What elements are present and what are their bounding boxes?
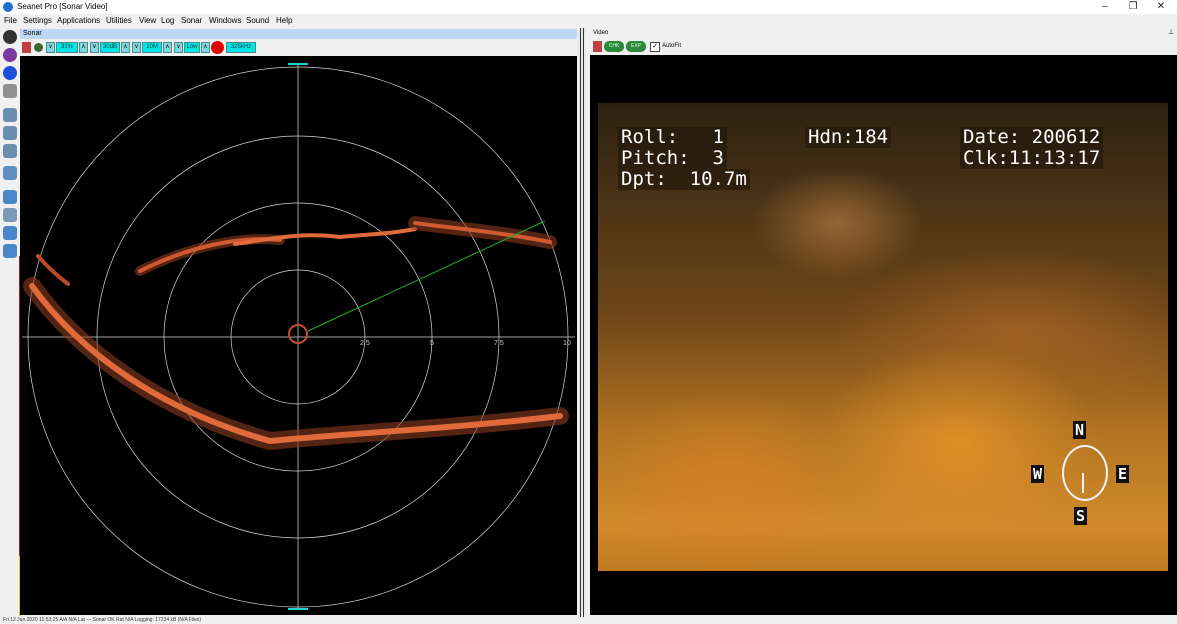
range-label-10: 10 xyxy=(563,340,571,347)
sonar-panel-title: Sonar xyxy=(23,30,42,37)
compass-north: N xyxy=(1073,421,1087,439)
left-toolbar xyxy=(0,28,21,624)
compass-east: E xyxy=(1116,465,1130,483)
contrast-up-button[interactable]: ∧ xyxy=(121,42,130,53)
gain-up-button[interactable]: ∧ xyxy=(79,42,88,53)
gain-field[interactable]: 31% xyxy=(56,42,78,53)
frequency-field[interactable]: 325kHz xyxy=(226,42,256,53)
monitor-icon-3[interactable] xyxy=(3,226,17,240)
menu-help[interactable]: Help xyxy=(276,16,292,25)
menu-sound[interactable]: Sound xyxy=(246,16,269,25)
menu-view[interactable]: View xyxy=(139,16,156,25)
globe-icon[interactable] xyxy=(3,48,17,62)
range-up-button[interactable]: ∧ xyxy=(163,42,172,53)
range-label-2-5: 2.5 xyxy=(360,340,370,347)
status-bar: Fri 12 Jun 2020 11:53:25 A/A N/A Lat ---… xyxy=(0,617,1177,624)
range-rings xyxy=(22,64,575,610)
minimize-button[interactable]: – xyxy=(1090,0,1120,14)
monitor-icon[interactable] xyxy=(3,190,17,204)
menu-file[interactable]: File xyxy=(4,16,17,25)
osd-pitch: Pitch: 3 xyxy=(618,148,727,169)
chk-button[interactable]: CHK xyxy=(604,41,624,52)
pin-icon[interactable]: ⊥ xyxy=(1168,29,1174,37)
vehicle-icon[interactable] xyxy=(3,108,17,122)
autofit-label: AutoFit xyxy=(662,43,682,49)
sonar-panel-header: Sonar xyxy=(20,29,577,39)
stop-icon[interactable] xyxy=(3,66,17,80)
resolution-field[interactable]: Low xyxy=(184,42,200,53)
menu-sonar[interactable]: Sonar xyxy=(181,16,202,25)
restore-button[interactable]: ❐ xyxy=(1118,0,1148,14)
close-button[interactable]: ✕ xyxy=(1146,0,1176,14)
window-icon[interactable] xyxy=(3,166,17,180)
menu-log[interactable]: Log xyxy=(161,16,174,25)
range-label-7-5: 7.5 xyxy=(494,340,504,347)
menu-settings[interactable]: Settings xyxy=(23,16,52,25)
title-bar: Seanet Pro [Sonar Video] – ❐ ✕ xyxy=(0,0,1177,14)
resolution-up-button[interactable]: ∧ xyxy=(201,42,210,53)
play-icon[interactable] xyxy=(3,30,17,44)
osd-depth: Dpt: 10.7m xyxy=(618,169,750,190)
contrast-down-button[interactable]: ∨ xyxy=(90,42,99,53)
sonar-plot: 2.5 5 7.5 10 xyxy=(22,63,575,610)
compass-south: S xyxy=(1074,507,1088,525)
exp-button[interactable]: EXP xyxy=(626,41,646,52)
osd-clock: Clk:11:13:17 xyxy=(960,148,1104,169)
app-logo-icon xyxy=(3,2,13,12)
record-icon[interactable] xyxy=(211,41,224,54)
sonar-echoes xyxy=(23,216,569,451)
gain-down-button[interactable]: ∨ xyxy=(46,42,55,53)
range-label-5: 5 xyxy=(430,340,434,347)
menu-windows[interactable]: Windows xyxy=(209,16,241,25)
contrast-field[interactable]: 30dB xyxy=(100,42,120,53)
sonar-display[interactable]: 2.5 5 7.5 10 xyxy=(20,56,577,615)
compass-needle xyxy=(1082,473,1084,493)
status-text: Fri 12 Jun 2020 11:53:25 A/A N/A Lat ---… xyxy=(3,617,202,623)
range-down-button[interactable]: ∨ xyxy=(132,42,141,53)
osd-date: Date: 200612 xyxy=(960,127,1104,148)
monitor-icon-2[interactable] xyxy=(3,208,17,222)
menu-bar: File Settings Applications Utilities Vie… xyxy=(0,16,1177,27)
menu-applications[interactable]: Applications xyxy=(57,16,100,25)
power-icon[interactable] xyxy=(34,43,43,52)
osd-heading: Hdn:184 xyxy=(805,127,892,148)
monitor-icon-4[interactable] xyxy=(3,244,17,258)
compass-west: W xyxy=(1031,465,1045,483)
sonar-toolbar: ∨ 31% ∧ ∨ 30dB ∧ ∨ 10M ∧ ∨ Low ∧ 325kHz xyxy=(20,41,577,54)
vehicle-icon-3[interactable] xyxy=(3,144,17,158)
menu-utilities[interactable]: Utilities xyxy=(106,16,132,25)
person-icon[interactable] xyxy=(22,42,31,53)
window-title: Seanet Pro [Sonar Video] xyxy=(17,2,108,11)
range-field[interactable]: 10M xyxy=(142,42,162,53)
wrench-icon[interactable] xyxy=(3,84,17,98)
video-panel-header: Video ⊥ xyxy=(590,29,1177,37)
person-icon-video[interactable] xyxy=(593,41,602,52)
autofit-checkbox[interactable]: ✓ xyxy=(650,42,660,52)
vehicle-icon-2[interactable] xyxy=(3,126,17,140)
video-panel-title: Video xyxy=(593,30,609,36)
panel-splitter[interactable] xyxy=(578,28,586,624)
video-toolbar: CHK EXP ✓ AutoFit xyxy=(590,40,1177,53)
compass-ring xyxy=(1062,445,1108,501)
camera-feed: Roll: 1 Pitch: 3 Dpt: 10.7m Hdn:184 Date… xyxy=(598,103,1168,571)
osd-roll: Roll: 1 xyxy=(618,127,727,148)
resolution-down-button[interactable]: ∨ xyxy=(174,42,183,53)
video-display[interactable]: Roll: 1 Pitch: 3 Dpt: 10.7m Hdn:184 Date… xyxy=(590,55,1177,615)
